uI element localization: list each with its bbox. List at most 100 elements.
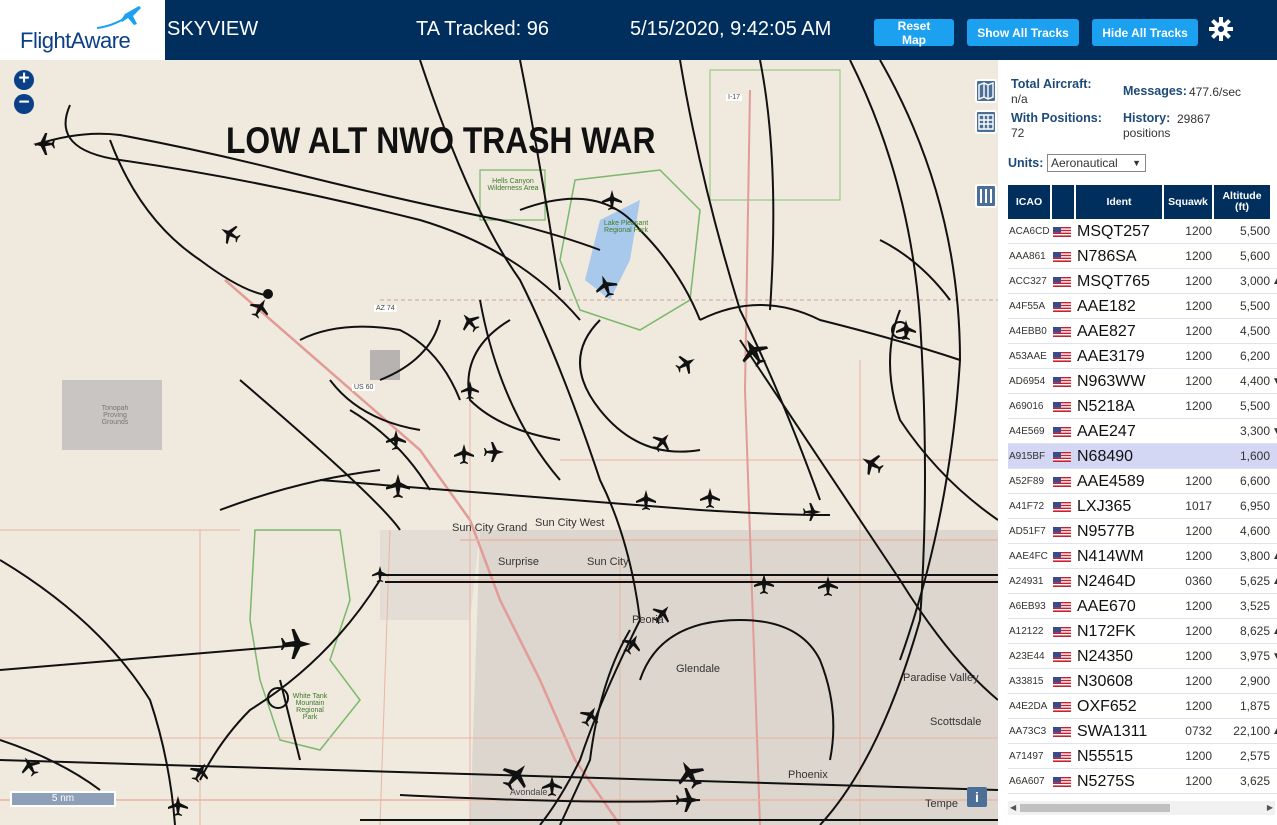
table-row[interactable]: A4E569 AAE247 3,300 ▼ bbox=[1008, 419, 1277, 444]
aircraft-icon[interactable] bbox=[618, 630, 646, 658]
scroll-left-icon[interactable]: ◀ bbox=[1010, 803, 1016, 812]
table-row[interactable]: A52F89 AAE4589 1200 6,600 bbox=[1008, 469, 1277, 494]
aircraft-icon[interactable] bbox=[896, 320, 916, 340]
zoom-out-button[interactable]: − bbox=[14, 93, 34, 114]
table-row[interactable]: A4EBB0 AAE827 1200 4,500 bbox=[1008, 319, 1277, 344]
table-row[interactable]: AD51F7 N9577B 1200 4,600 bbox=[1008, 519, 1277, 544]
aircraft-icon[interactable] bbox=[700, 488, 720, 508]
aircraft-icon[interactable] bbox=[576, 702, 604, 730]
ident-cell: N30608 bbox=[1077, 673, 1134, 690]
units-select[interactable]: Aeronautical ▼ bbox=[1047, 154, 1146, 172]
flightaware-logo[interactable]: FlightAware bbox=[0, 0, 165, 60]
aircraft-icon[interactable] bbox=[186, 758, 214, 786]
place-label: Tonopah Proving Grounds bbox=[101, 405, 129, 426]
column-header-altitude[interactable]: Altitude (ft) bbox=[1214, 185, 1272, 219]
history-label: History: bbox=[1123, 111, 1171, 125]
table-row[interactable]: AAA861 N786SA 1200 5,600 bbox=[1008, 244, 1277, 269]
table-row[interactable]: A4E2DA OXF652 1200 1,875 bbox=[1008, 694, 1277, 719]
table-row[interactable]: A53AAE AAE3179 1200 6,200 bbox=[1008, 344, 1277, 369]
column-header-squawk[interactable]: Squawk bbox=[1164, 185, 1214, 219]
place-label: White Tank Mountain Regional Park bbox=[292, 693, 328, 721]
aircraft-icon[interactable] bbox=[803, 503, 821, 521]
ident-cell: AAE3179 bbox=[1077, 348, 1145, 365]
aircraft-icon[interactable] bbox=[734, 332, 774, 372]
column-header-icao[interactable]: ICAO bbox=[1008, 185, 1052, 219]
aircraft-icon[interactable] bbox=[372, 566, 388, 582]
aircraft-icon[interactable] bbox=[636, 490, 656, 510]
table-row[interactable]: ACA6CD MSQT257 1200 5,500 bbox=[1008, 219, 1277, 244]
column-header-flag[interactable] bbox=[1052, 185, 1076, 219]
altitude-trend-icon: ▲ bbox=[1272, 576, 1277, 587]
aircraft-icon[interactable] bbox=[386, 474, 410, 498]
icao-cell: A6EB93 bbox=[1009, 601, 1046, 612]
altitude-trend-icon: ▼ bbox=[1272, 651, 1277, 662]
aircraft-icon[interactable] bbox=[16, 752, 44, 780]
aircraft-icon[interactable] bbox=[246, 294, 274, 322]
units-label: Units: bbox=[1008, 156, 1044, 170]
scroll-right-icon[interactable]: ▶ bbox=[1267, 803, 1273, 812]
total-aircraft-value: n/a bbox=[1011, 92, 1028, 106]
table-row[interactable]: A6EB93 AAE670 1200 3,525 bbox=[1008, 594, 1277, 619]
map-layers-button[interactable] bbox=[975, 79, 997, 103]
grid-toggle-button[interactable] bbox=[975, 110, 997, 134]
aircraft-icon[interactable] bbox=[455, 307, 485, 337]
table-row[interactable]: A6A607 N5275S 1200 3,625 bbox=[1008, 769, 1277, 794]
place-label: Paradise Valley bbox=[903, 672, 979, 684]
icao-cell: AD6954 bbox=[1009, 376, 1046, 387]
history-value: 29867 bbox=[1177, 112, 1211, 126]
table-row[interactable]: ACC327 MSQT765 1200 3,000 ▲ bbox=[1008, 269, 1277, 294]
table-row[interactable]: A69016 N5218A 1200 5,500 bbox=[1008, 394, 1277, 419]
ident-cell: LXJ365 bbox=[1077, 498, 1132, 515]
table-row[interactable]: AA73C3 SWA1311 0732 22,100 ▲ bbox=[1008, 719, 1277, 744]
aircraft-icon[interactable] bbox=[591, 271, 621, 301]
aircraft-icon[interactable] bbox=[647, 427, 677, 457]
icao-cell: A915BF bbox=[1009, 451, 1046, 462]
aircraft-icon[interactable] bbox=[461, 381, 479, 399]
aircraft-icon[interactable] bbox=[168, 796, 188, 816]
table-row[interactable]: A33815 N30608 1200 2,900 bbox=[1008, 669, 1277, 694]
table-row[interactable]: A71497 N55515 1200 2,575 bbox=[1008, 744, 1277, 769]
info-button[interactable]: i bbox=[967, 787, 987, 807]
table-row[interactable]: A23E44 N24350 1200 3,975 ▼ bbox=[1008, 644, 1277, 669]
table-row[interactable]: A915BF N68490 1,600 bbox=[1008, 444, 1277, 469]
horizontal-scrollbar[interactable]: ◀ ▶ bbox=[1008, 801, 1275, 815]
aircraft-icon[interactable] bbox=[216, 220, 244, 248]
hide-all-tracks-button[interactable]: Hide All Tracks bbox=[1092, 19, 1198, 46]
aircraft-icon[interactable] bbox=[386, 430, 406, 450]
aircraft-icon[interactable] bbox=[670, 754, 710, 794]
column-toggle-button[interactable] bbox=[975, 184, 997, 208]
table-row[interactable]: A4F55A AAE182 1200 5,500 bbox=[1008, 294, 1277, 319]
zoom-in-button[interactable]: + bbox=[14, 69, 34, 90]
aircraft-icon[interactable] bbox=[754, 574, 774, 594]
ident-cell: N414WM bbox=[1077, 548, 1144, 565]
table-row[interactable]: A12122 N172FK 1200 8,625 ▲ bbox=[1008, 619, 1277, 644]
table-row[interactable]: A24931 N2464D 0360 5,625 ▲ bbox=[1008, 569, 1277, 594]
place-label: Peoria bbox=[632, 614, 664, 626]
table-row[interactable]: AAE4FC N414WM 1200 3,800 ▲ bbox=[1008, 544, 1277, 569]
show-all-tracks-button[interactable]: Show All Tracks bbox=[967, 19, 1079, 46]
table-row[interactable]: AD6954 N963WW 1200 4,400 ▼ bbox=[1008, 369, 1277, 394]
aircraft-icon[interactable] bbox=[33, 133, 55, 155]
aircraft-icon[interactable] bbox=[484, 442, 504, 462]
aircraft-icon[interactable] bbox=[281, 629, 311, 659]
reset-map-button[interactable]: Reset Map bbox=[874, 19, 954, 47]
icao-cell: A24931 bbox=[1009, 576, 1044, 587]
gear-icon[interactable] bbox=[1208, 16, 1234, 42]
squawk-cell: 1017 bbox=[1185, 499, 1212, 513]
aircraft-icon[interactable] bbox=[602, 190, 622, 210]
aircraft-icon[interactable] bbox=[672, 350, 700, 378]
table-row[interactable]: A41F72 LXJ365 1017 6,950 bbox=[1008, 494, 1277, 519]
aircraft-icon[interactable] bbox=[454, 444, 474, 464]
us-flag-icon bbox=[1053, 452, 1071, 462]
map-view[interactable]: Sun City Grand Sun City West Surprise Su… bbox=[0, 60, 998, 825]
aircraft-icon[interactable] bbox=[818, 576, 838, 596]
altitude-cell: 5,625 bbox=[1239, 574, 1270, 588]
scrollbar-thumb[interactable] bbox=[1020, 804, 1170, 812]
us-flag-icon bbox=[1053, 352, 1071, 362]
ident-cell: N963WW bbox=[1077, 373, 1146, 390]
aircraft-icon[interactable] bbox=[856, 448, 888, 480]
altitude-trend-icon: ▲ bbox=[1272, 276, 1277, 287]
aircraft-icon[interactable] bbox=[676, 788, 700, 812]
scale-bar: 5 nm bbox=[10, 791, 116, 807]
column-header-ident[interactable]: Ident bbox=[1076, 185, 1164, 219]
